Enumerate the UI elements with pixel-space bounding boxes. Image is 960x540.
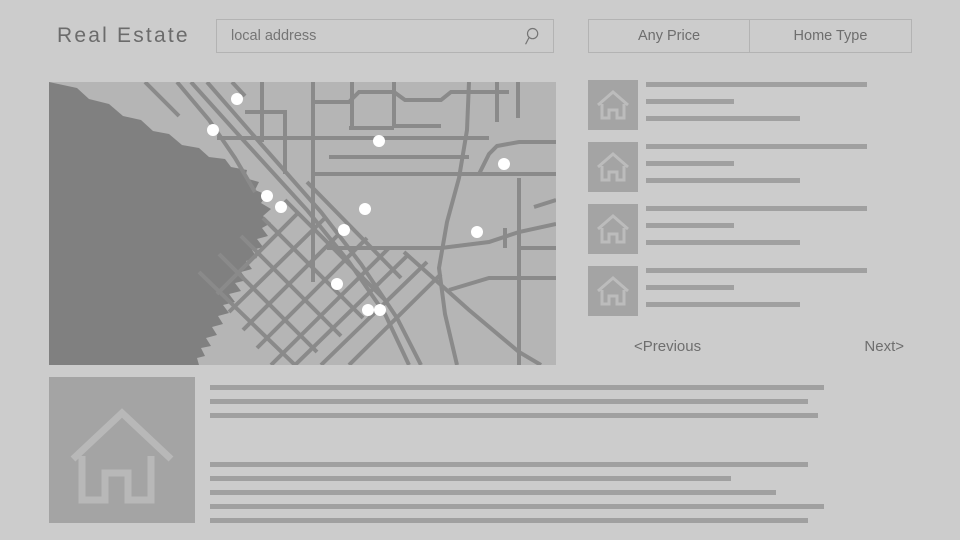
detail-text-lines [210, 377, 911, 523]
previous-page-link[interactable]: <Previous [634, 338, 701, 355]
map-marker[interactable] [261, 190, 273, 202]
pagination: <Previous Next> [588, 338, 912, 362]
listing-thumbnail[interactable] [588, 266, 638, 316]
list-item[interactable] [588, 204, 912, 260]
listing-text-lines [646, 206, 912, 257]
detail-line [210, 476, 731, 481]
map-marker[interactable] [331, 278, 343, 290]
house-icon [597, 276, 629, 306]
search-input[interactable] [231, 20, 511, 52]
map-marker[interactable] [471, 226, 483, 238]
listing-line-address [646, 302, 801, 307]
listing-thumbnail[interactable] [588, 80, 638, 130]
search-box[interactable] [216, 19, 554, 53]
list-item[interactable] [588, 80, 912, 136]
listing-detail-panel [49, 377, 911, 523]
map-marker[interactable] [275, 201, 287, 213]
map-marker[interactable] [362, 304, 374, 316]
listing-results-list[interactable] [588, 80, 912, 328]
listing-line-title [646, 82, 867, 87]
map-marker[interactable] [359, 203, 371, 215]
listing-text-lines [646, 268, 912, 319]
detail-line [210, 399, 808, 404]
home-type-filter[interactable]: Home Type [750, 19, 912, 53]
listing-text-lines [646, 144, 912, 195]
listing-line-title [646, 206, 867, 211]
listing-thumbnail[interactable] [588, 204, 638, 254]
next-page-link[interactable]: Next> [864, 338, 904, 355]
listing-thumbnail[interactable] [588, 142, 638, 192]
listing-line-price [646, 99, 734, 104]
house-icon [597, 90, 629, 120]
listing-line-price [646, 223, 734, 228]
list-item[interactable] [588, 266, 912, 322]
detail-line [210, 385, 824, 390]
map-panel[interactable] [49, 82, 556, 365]
house-icon [70, 408, 174, 504]
detail-line [210, 490, 776, 495]
app-header: Real Estate Any Price Home Type [0, 0, 960, 72]
map-marker[interactable] [498, 158, 510, 170]
listing-line-price [646, 285, 734, 290]
house-icon [597, 152, 629, 182]
map-marker[interactable] [373, 135, 385, 147]
map-marker[interactable] [374, 304, 386, 316]
detail-line [210, 504, 824, 509]
list-item[interactable] [588, 142, 912, 198]
map-marker[interactable] [231, 93, 243, 105]
detail-line [210, 462, 808, 467]
search-icon[interactable] [525, 27, 543, 45]
page-title: Real Estate [57, 24, 190, 47]
listing-text-lines [646, 82, 912, 133]
detail-line [210, 518, 808, 523]
house-icon [597, 214, 629, 244]
listing-line-title [646, 268, 867, 273]
listing-line-address [646, 116, 801, 121]
detail-thumbnail[interactable] [49, 377, 195, 523]
listing-line-address [646, 178, 801, 183]
detail-line [210, 413, 818, 418]
map-canvas[interactable] [49, 82, 556, 365]
map-marker[interactable] [338, 224, 350, 236]
listing-line-title [646, 144, 867, 149]
listing-line-address [646, 240, 801, 245]
map-marker[interactable] [207, 124, 219, 136]
any-price-filter[interactable]: Any Price [588, 19, 750, 53]
listing-line-price [646, 161, 734, 166]
filter-button-group: Any Price Home Type [588, 19, 912, 53]
